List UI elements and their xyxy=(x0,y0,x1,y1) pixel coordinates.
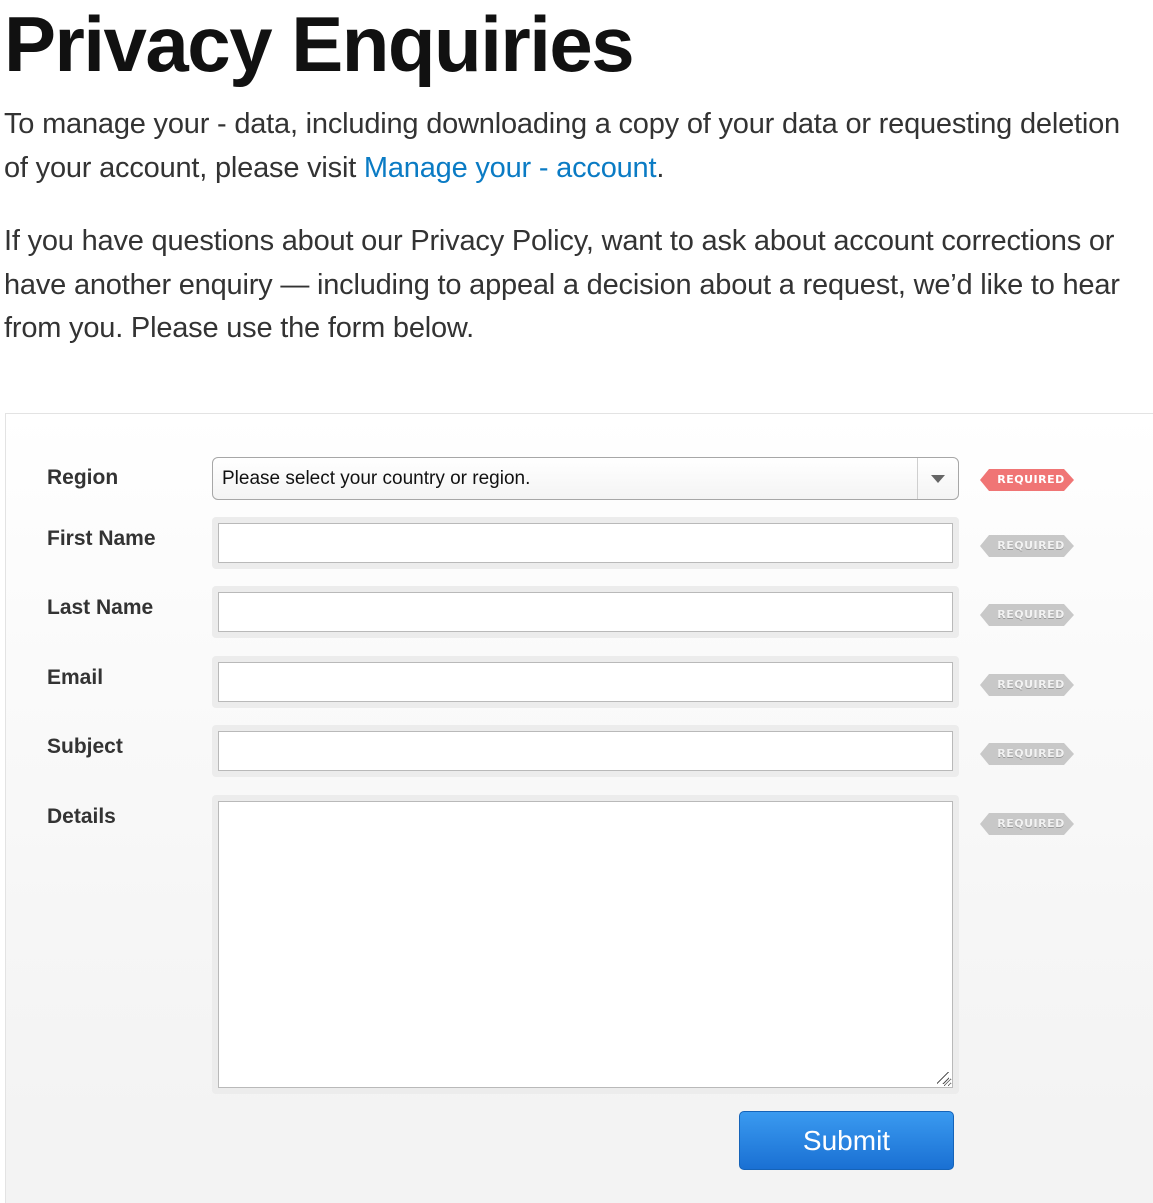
resize-grip-icon[interactable] xyxy=(937,1072,949,1084)
subject-required-badge: REQUIRED xyxy=(980,743,1074,765)
region-label: Region xyxy=(47,466,119,489)
last-name-required-badge: REQUIRED xyxy=(980,604,1074,626)
email-required-badge: REQUIRED xyxy=(980,674,1074,696)
email-field-wrap xyxy=(212,656,959,708)
email-input[interactable] xyxy=(218,662,953,702)
region-select-value: Please select your country or region. xyxy=(222,468,531,489)
details-label: Details xyxy=(47,805,116,828)
page-title: Privacy Enquiries xyxy=(4,0,635,88)
last-name-input[interactable] xyxy=(218,592,953,632)
details-required-badge: REQUIRED xyxy=(980,813,1074,835)
intro-period: . xyxy=(656,152,665,184)
subject-input[interactable] xyxy=(218,731,953,771)
submit-button[interactable]: Submit xyxy=(739,1111,954,1170)
details-field-wrap xyxy=(212,795,959,1094)
last-name-field-wrap xyxy=(212,586,959,638)
first-name-required-badge: REQUIRED xyxy=(980,535,1074,557)
region-required-badge: REQUIRED xyxy=(980,469,1074,491)
select-divider xyxy=(917,458,918,499)
details-textarea[interactable] xyxy=(218,801,953,1088)
first-name-field-wrap xyxy=(212,517,959,569)
region-select[interactable]: Please select your country or region. xyxy=(212,457,959,500)
last-name-label: Last Name xyxy=(47,596,154,619)
intro-paragraph-questions: If you have questions about our Privacy … xyxy=(4,225,1120,344)
subject-label: Subject xyxy=(47,735,123,758)
chevron-down-icon[interactable] xyxy=(931,475,945,483)
email-label: Email xyxy=(47,666,104,689)
intro-paragraph-account: To manage your - data, including downloa… xyxy=(4,102,1124,190)
first-name-input[interactable] xyxy=(218,523,953,563)
first-name-label: First Name xyxy=(47,527,156,550)
subject-field-wrap xyxy=(212,725,959,777)
manage-account-link[interactable]: Manage your - account xyxy=(364,152,657,184)
